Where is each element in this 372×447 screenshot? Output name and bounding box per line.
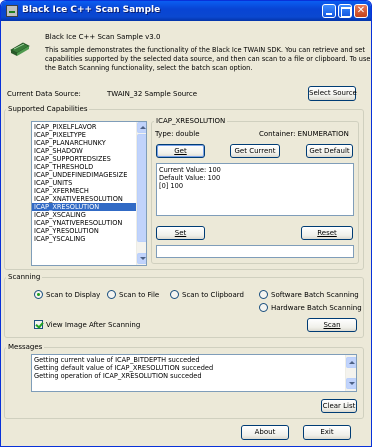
- messages-list[interactable]: Getting current value of ICAP_BITDEPTH s…: [31, 354, 357, 392]
- capability-list-item[interactable]: ICAP_PLANARCHUNKY: [32, 139, 136, 147]
- capability-list-item[interactable]: ICAP_PIXELFLAVOR: [32, 123, 136, 131]
- capability-list-item[interactable]: ICAP_UNDEFINEDIMAGESIZE: [32, 171, 136, 179]
- message-line: Getting current value of ICAP_BITDEPTH s…: [34, 356, 200, 364]
- title-bar[interactable]: Black Ice C++ Scan Sample ✕: [1, 1, 371, 21]
- capabilities-list[interactable]: ICAP_PIXELFLAVOR ICAP_PIXELTYPE ICAP_PLANA…: [31, 121, 147, 266]
- set-button[interactable]: Set: [156, 226, 205, 240]
- capabilities-scrollbar[interactable]: [136, 122, 146, 265]
- capabilities-group-label: Supported Capabilities: [6, 105, 90, 113]
- current-value-text: Current Value: 100: [159, 166, 221, 174]
- capability-list-item[interactable]: ICAP_YNATIVERESOLUTION: [32, 219, 136, 227]
- get-current-button[interactable]: Get Current: [230, 144, 280, 158]
- scanner-icon: [10, 42, 30, 56]
- hardware-batch-radio[interactable]: [259, 303, 268, 312]
- capability-values-box[interactable]: Current Value: 100 Default Value: 100 [0…: [156, 163, 354, 216]
- capability-list-item[interactable]: ICAP_XSCALING: [32, 211, 136, 219]
- enum-value-text: [0] 100: [159, 182, 184, 190]
- scroll-down-icon[interactable]: [137, 253, 146, 264]
- clear-list-button[interactable]: Clear List: [321, 399, 357, 413]
- scan-to-clipboard-label[interactable]: Scan to Clipboard: [182, 291, 244, 299]
- capability-list-item[interactable]: ICAP_YRESOLUTION: [32, 227, 136, 235]
- reset-button[interactable]: Reset: [301, 226, 353, 240]
- get-button[interactable]: Get: [156, 144, 205, 158]
- scan-button[interactable]: Scan: [307, 318, 357, 332]
- default-value-text: Default Value: 100: [159, 174, 221, 182]
- maximize-button[interactable]: [338, 4, 352, 18]
- capability-list-item[interactable]: ICAP_XFERMECH: [32, 187, 136, 195]
- window-title: Black Ice C++ Scan Sample: [22, 5, 161, 15]
- capability-list-item[interactable]: ICAP_PIXELTYPE: [32, 131, 136, 139]
- capability-list-item[interactable]: ICAP_UNITS: [32, 179, 136, 187]
- capability-list-item[interactable]: ICAP_THRESHOLD: [32, 163, 136, 171]
- scan-to-file-label[interactable]: Scan to File: [119, 291, 159, 299]
- capability-container: Container: ENUMERATION: [259, 130, 349, 138]
- set-value-input[interactable]: [156, 245, 354, 258]
- capability-list-item[interactable]: ICAP_YSCALING: [32, 235, 136, 243]
- version-text: Black Ice C++ Scan Sample v3.0: [45, 33, 161, 41]
- exit-button[interactable]: Exit: [303, 425, 351, 440]
- scroll-down-icon[interactable]: [346, 378, 356, 389]
- view-image-label[interactable]: View Image After Scanning: [46, 321, 140, 329]
- view-image-checkbox[interactable]: [34, 320, 43, 329]
- capability-list-item[interactable]: ICAP_XRESOLUTION: [32, 203, 136, 211]
- main-window: Black Ice C++ Scan Sample ✕ Black Ice C+…: [0, 0, 372, 447]
- capability-type: Type: double: [155, 130, 200, 138]
- app-icon: [6, 5, 18, 17]
- messages-group-label: Messages: [6, 343, 45, 351]
- capability-list-item[interactable]: ICAP_SUPPORTEDSIZES: [32, 155, 136, 163]
- capability-list-item[interactable]: ICAP_XNATIVERESOLUTION: [32, 195, 136, 203]
- message-line: Getting operation of ICAP_XRESOLUTION su…: [34, 372, 202, 380]
- message-line: Getting default value of ICAP_XRESOLUTIO…: [34, 364, 214, 372]
- software-batch-radio[interactable]: [259, 290, 268, 299]
- hardware-batch-label[interactable]: Hardware Batch Scanning: [271, 304, 362, 312]
- scroll-thumb[interactable]: [137, 134, 146, 242]
- scan-to-clipboard-radio[interactable]: [170, 290, 179, 299]
- about-button[interactable]: About: [241, 425, 289, 440]
- minimize-button[interactable]: [322, 4, 336, 18]
- description-text: This sample demonstrates the functionali…: [45, 46, 371, 72]
- scroll-up-icon[interactable]: [346, 357, 356, 368]
- data-source-label: Current Data Source:: [7, 90, 81, 98]
- capability-name: ICAP_XRESOLUTION: [154, 117, 228, 125]
- scan-to-file-radio[interactable]: [107, 290, 116, 299]
- close-button[interactable]: ✕: [354, 4, 368, 18]
- scanning-group-label: Scanning: [6, 273, 43, 281]
- capability-list-item[interactable]: ICAP_SHADOW: [32, 147, 136, 155]
- software-batch-label[interactable]: Software Batch Scanning: [271, 291, 359, 299]
- scroll-up-icon[interactable]: [137, 122, 146, 133]
- select-source-button[interactable]: Select Source: [308, 86, 357, 101]
- data-source-value: TWAIN_32 Sample Source: [107, 90, 198, 98]
- get-default-button[interactable]: Get Default: [306, 144, 353, 158]
- scan-to-display-label[interactable]: Scan to Display: [46, 291, 100, 299]
- messages-scrollbar[interactable]: [345, 355, 356, 391]
- scan-to-display-radio[interactable]: [34, 290, 43, 299]
